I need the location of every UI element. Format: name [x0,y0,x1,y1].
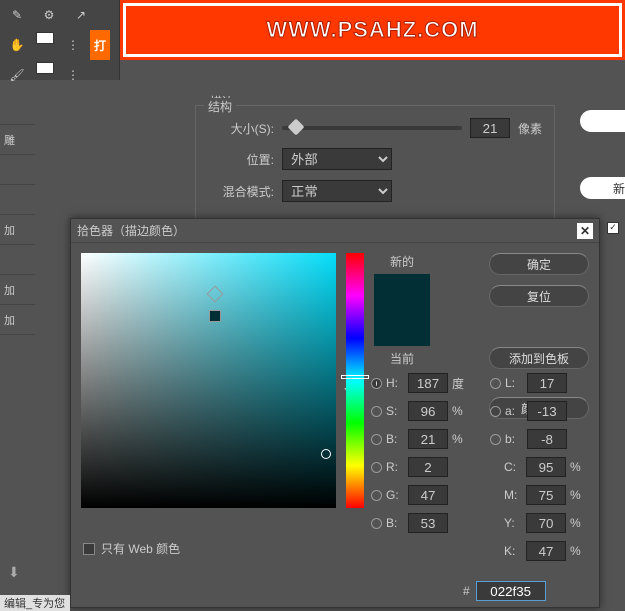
color-compare-swatch [374,274,430,346]
list-item[interactable]: 雕 [0,125,35,155]
dots2-icon[interactable]: ⋮ [60,62,86,88]
color-values: H: 度 L: S: % a: B: % b: R: [371,369,591,565]
y-input[interactable] [526,513,566,533]
web-only-checkbox[interactable] [83,543,95,555]
m-input[interactable] [526,485,566,505]
position-label: 位置: [208,151,274,168]
size-unit: 像素 [518,120,542,137]
web-only-label: 只有 Web 颜色 [101,540,180,557]
left-list: 雕 加 加 加 [0,95,35,545]
radio-b2[interactable] [490,434,501,445]
new-color-label: 新的 [390,253,414,270]
list-item[interactable]: 加 [0,305,35,335]
list-item[interactable] [0,155,35,185]
cube-icon[interactable] [207,286,224,303]
radio-s[interactable] [371,406,382,417]
current-color-swatch [374,310,430,346]
stroke-panel: 描边 结构 大小(S): 像素 位置: 外部 混合模式: 正常 [185,95,565,215]
download-icon[interactable]: ⬇ [8,564,20,581]
list-item[interactable] [0,185,35,215]
footer-text: 编辑_专为您 [0,595,70,611]
list-item[interactable] [0,245,35,275]
hue-slider[interactable] [346,253,364,508]
position-select[interactable]: 外部 [282,148,392,170]
side-checkbox[interactable]: ✓ [607,219,625,234]
brush2-icon[interactable]: 🖌 [4,62,30,88]
k-input[interactable] [526,541,566,561]
hand-icon[interactable]: ✋ [4,32,30,58]
h-input[interactable] [408,373,448,393]
radio-r[interactable] [371,462,382,473]
close-icon[interactable]: ✕ [577,223,593,239]
hex-label: # [463,584,470,598]
list-item[interactable]: 加 [0,215,35,245]
side-btn-1[interactable] [580,110,625,132]
ok-button[interactable]: 确定 [489,253,589,275]
banner-text: WWW.PSAHZ.COM [266,17,478,43]
color-swatch2-icon[interactable] [36,62,54,74]
c-input[interactable] [526,457,566,477]
dialog-title: 拾色器（描边颜色） [77,222,577,239]
radio-b[interactable] [371,434,382,445]
list-item[interactable] [0,95,35,125]
radio-l[interactable] [490,378,501,389]
color-picker-dialog: 拾色器（描边颜色） ✕ ◂ 新的 当前 确定 复位 [70,218,600,608]
new-button[interactable]: 新建 [580,177,625,199]
radio-g[interactable] [371,490,382,501]
radio-h[interactable] [371,378,382,389]
size-label: 大小(S): [208,120,274,137]
radio-bb[interactable] [371,518,382,529]
r-input[interactable] [408,457,448,477]
arrow-icon[interactable]: ↗ [68,2,94,28]
size-input[interactable] [470,118,510,138]
structure-label: 结构 [204,98,236,115]
radio-a[interactable] [490,406,501,417]
bb-input[interactable] [408,513,448,533]
bv-input[interactable] [408,429,448,449]
g-input[interactable] [408,485,448,505]
size-slider[interactable] [282,126,462,130]
orange-tool[interactable]: 打 [94,32,106,58]
tiny-swatch-icon[interactable] [209,310,221,322]
dots-icon[interactable]: ⋮ [60,32,86,58]
s-input[interactable] [408,401,448,421]
current-color-label: 当前 [390,350,414,367]
a-input[interactable] [527,401,567,421]
side-buttons: 新建 [580,110,625,209]
reset-button[interactable]: 复位 [489,285,589,307]
hex-input[interactable] [476,581,546,601]
blend-select[interactable]: 正常 [282,180,392,202]
gear-icon[interactable]: ⚙ [36,2,62,28]
new-color-swatch [374,274,430,310]
l-input[interactable] [527,373,567,393]
banner: WWW.PSAHZ.COM [120,0,625,60]
b2-input[interactable] [527,429,567,449]
left-toolbar: ✎ ⚙ ↗ ✋ ⋮ 打 🖌 ⋮ [0,0,120,80]
add-swatch-button[interactable]: 添加到色板 [489,347,589,369]
brush-icon[interactable]: ✎ [4,2,30,28]
color-swatch-icon[interactable] [36,32,54,44]
list-item[interactable]: 加 [0,275,35,305]
blend-label: 混合模式: [208,183,274,200]
